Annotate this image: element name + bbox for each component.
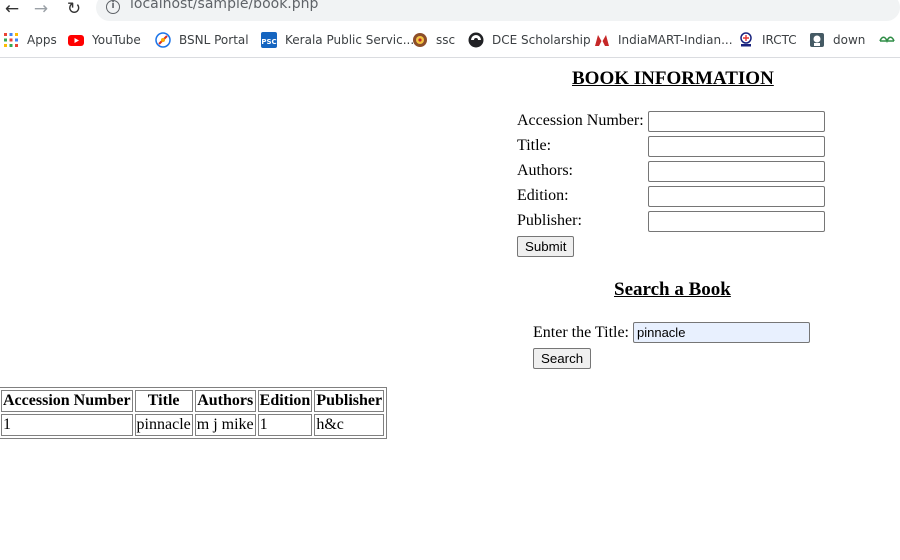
bookmark-label: DCE Scholarship — [492, 33, 591, 47]
bsnl-icon — [155, 32, 171, 48]
edition-label: Edition: — [517, 187, 569, 204]
table-cell: pinnacle — [134, 414, 193, 436]
dce-icon — [468, 32, 484, 48]
table-row: 1 pinnacle m j mike 1 h&c — [1, 414, 385, 436]
bookmark-label: IndiaMART-Indian... — [618, 33, 733, 47]
apps-grid-icon — [3, 32, 19, 48]
geeks-logo-icon — [879, 32, 895, 48]
bookmark-bsnl[interactable]: BSNL Portal — [155, 31, 249, 49]
forward-arrow-icon[interactable]: → — [30, 0, 52, 20]
column-header: Title — [134, 390, 193, 412]
title-label: Title: — [517, 137, 552, 154]
bookmarks-bar: Apps YouTube BSNL Portal PSC Kerala Publ… — [0, 28, 900, 52]
publisher-input[interactable] — [648, 211, 825, 232]
book-information-heading: BOOK INFORMATION — [572, 68, 774, 89]
table-header-row: Accession Number Title Authors Edition P… — [1, 390, 385, 412]
enter-title-label: Enter the Title: — [533, 324, 629, 341]
ssc-icon — [412, 32, 428, 48]
kpsc-icon: PSC — [261, 32, 277, 48]
search-button[interactable]: Search — [533, 348, 592, 369]
edition-input[interactable] — [648, 186, 825, 207]
bookmark-label: BSNL Portal — [179, 33, 249, 47]
page-content: BOOK INFORMATION Accession Number: Title… — [0, 58, 900, 560]
bookmark-kerala-psc[interactable]: PSC Kerala Public Servic... — [261, 31, 414, 49]
column-header: Accession Number — [1, 390, 133, 412]
search-a-book-heading: Search a Book — [614, 279, 731, 300]
indiamart-icon — [594, 32, 610, 48]
bookmark-label: down — [833, 33, 866, 47]
reload-icon[interactable]: ↻ — [63, 0, 85, 20]
bookmark-youtube[interactable]: YouTube — [68, 31, 141, 49]
table-cell: 1 — [1, 414, 133, 436]
bookmark-label: Kerala Public Servic... — [285, 33, 415, 47]
back-arrow-icon[interactable]: ← — [1, 0, 23, 20]
submit-button[interactable]: Submit — [517, 236, 575, 257]
results-table: Accession Number Title Authors Edition P… — [0, 387, 388, 439]
bookmark-label: ssc — [436, 33, 456, 47]
bookmark-apps[interactable]: Apps — [3, 31, 57, 49]
irctc-icon — [738, 32, 754, 48]
bookmark-label: Apps — [27, 33, 57, 47]
title-input[interactable] — [648, 136, 825, 157]
table-cell: h&c — [314, 414, 385, 436]
bookmark-ssc[interactable]: ssc — [412, 31, 455, 49]
search-title-input[interactable] — [633, 322, 810, 343]
bookmark-down[interactable]: down — [809, 31, 865, 49]
svg-text:PSC: PSC — [261, 38, 276, 46]
down-icon — [809, 32, 825, 48]
youtube-icon — [68, 32, 84, 48]
accession-number-label: Accession Number: — [517, 112, 644, 129]
column-header: Publisher — [314, 390, 385, 412]
column-header: Edition — [257, 390, 313, 412]
bookmark-dce-scholarship[interactable]: DCE Scholarship — [468, 31, 591, 49]
table-cell: 1 — [257, 414, 313, 436]
publisher-label: Publisher: — [517, 212, 582, 229]
address-url[interactable]: localhost/sample/book.php — [130, 0, 318, 12]
authors-input[interactable] — [648, 161, 825, 182]
bookmark-indiamart[interactable]: IndiaMART-Indian... — [594, 31, 733, 49]
column-header: Authors — [194, 390, 256, 412]
bookmark-overflow[interactable] — [879, 31, 900, 49]
bookmark-label: IRCTC — [762, 33, 797, 47]
site-info-icon[interactable]: i — [106, 0, 120, 14]
accession-number-input[interactable] — [648, 111, 825, 132]
authors-label: Authors: — [517, 162, 573, 179]
bookmark-irctc[interactable]: IRCTC — [738, 31, 797, 49]
address-bar[interactable]: i localhost/sample/book.php — [96, 0, 900, 21]
table-cell: m j mike — [194, 414, 256, 436]
bookmark-label: YouTube — [92, 33, 141, 47]
browser-toolbar: ← → ↻ i localhost/sample/book.php — [0, 0, 900, 22]
